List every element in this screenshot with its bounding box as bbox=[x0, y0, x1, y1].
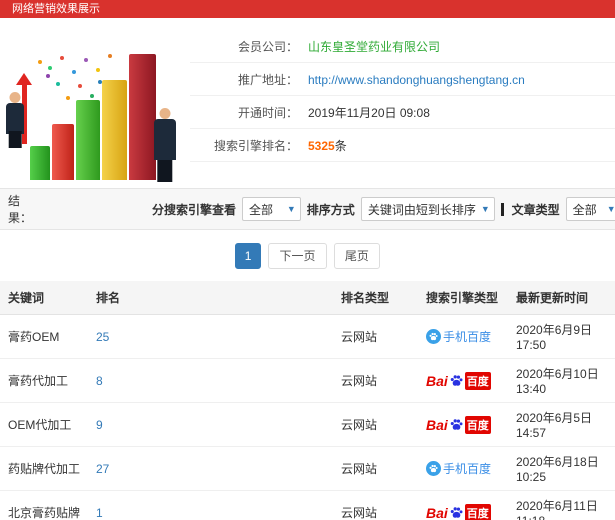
result-label: 结果： bbox=[8, 194, 33, 225]
chart-bar bbox=[52, 124, 74, 180]
filter-controls: 分搜索引擎查看 全部 ▼ 排序方式 关键词由短到长排序 ▼ 文章类型 全部 ▼ … bbox=[152, 196, 615, 222]
chart-bar bbox=[30, 146, 50, 180]
mobile-baidu-icon bbox=[426, 329, 441, 344]
opened-time: 2019年11月20日 09:08 bbox=[308, 106, 430, 120]
sort-filter-select[interactable]: 关键词由短到长排序 ▼ bbox=[360, 197, 495, 221]
table-row: 药贴牌代加工 27 云网站 手机百度 2020年6月18日 10:25 bbox=[0, 446, 615, 491]
businessman-figure-right bbox=[154, 108, 176, 182]
updated-cell: 2020年6月10日 13:40 bbox=[508, 358, 615, 403]
filter-bar: 结果： 分搜索引擎查看 全部 ▼ 排序方式 关键词由短到长排序 ▼ 文章类型 全… bbox=[0, 188, 615, 230]
rank-link[interactable]: 27 bbox=[96, 462, 109, 476]
rank-count-unit: 条 bbox=[334, 139, 347, 153]
info-row-url: 推广地址： http://www.shandonghuangshengtang.… bbox=[190, 63, 615, 96]
article-filter-select[interactable]: 全部 ▼ bbox=[565, 197, 615, 221]
engine-filter-select[interactable]: 全部 ▼ bbox=[242, 197, 301, 221]
table-row: 膏药OEM 25 云网站 手机百度 2020年6月9日 17:50 bbox=[0, 314, 615, 359]
rank-link[interactable]: 8 bbox=[96, 374, 103, 388]
table-row: 膏药代加工 8 云网站 Bai 百度 2020年6月10日 13:40 bbox=[0, 358, 615, 403]
chart-bar bbox=[129, 54, 156, 180]
paw-icon bbox=[429, 332, 438, 341]
next-page-button[interactable]: 下一页 bbox=[268, 243, 327, 269]
keyword-cell: 膏药OEM bbox=[0, 314, 88, 359]
url-label: 推广地址： bbox=[237, 73, 298, 87]
businessman-figure-left bbox=[6, 92, 24, 148]
keyword-cell: 药贴牌代加工 bbox=[0, 446, 88, 491]
mobile-baidu-icon bbox=[426, 461, 441, 476]
info-row-rank-count: 搜索引擎排名： 5325 条 bbox=[190, 129, 615, 162]
search-engine-logo: Bai 百度 bbox=[426, 503, 491, 520]
rank-type-cell: 云网站 bbox=[333, 314, 418, 359]
page-title: 网络营销效果展示 bbox=[0, 0, 615, 18]
baidu-logo-text: Bai bbox=[426, 372, 448, 389]
sort-filter-label: 排序方式 bbox=[306, 202, 355, 217]
rank-type-cell: 云网站 bbox=[333, 446, 418, 491]
baidu-logo-text: Bai bbox=[426, 504, 448, 520]
header-keyword: 关键词 bbox=[0, 281, 88, 315]
confetti-decoration bbox=[38, 60, 42, 64]
baidu-logo-badge: 百度 bbox=[464, 371, 491, 390]
company-label: 会员公司： bbox=[237, 40, 298, 54]
header-rank-type: 排名类型 bbox=[333, 281, 418, 315]
updated-cell: 2020年6月9日 17:50 bbox=[508, 314, 615, 359]
updated-cell: 2020年6月18日 10:25 bbox=[508, 446, 615, 491]
article-filter-label: 文章类型 bbox=[511, 202, 560, 217]
baidu-logo-badge: 百度 bbox=[464, 503, 491, 520]
updated-cell: 2020年6月5日 14:57 bbox=[508, 402, 615, 447]
header-rank: 排名 bbox=[88, 281, 333, 315]
info-row-opened: 开通时间： 2019年11月20日 09:08 bbox=[190, 96, 615, 129]
engine-filter-label: 分搜索引擎查看 bbox=[152, 202, 237, 217]
paw-icon bbox=[450, 375, 463, 386]
search-engine-logo: Bai 百度 bbox=[426, 415, 491, 434]
info-row-company: 会员公司： 山东皇圣堂药业有限公司 bbox=[190, 30, 615, 63]
article-type-divider bbox=[500, 202, 504, 216]
baidu-logo-badge: 百度 bbox=[464, 415, 491, 434]
chart-bar bbox=[76, 100, 100, 180]
growth-arrow-icon bbox=[16, 73, 32, 85]
rank-type-cell: 云网站 bbox=[333, 358, 418, 403]
company-name-link[interactable]: 山东皇圣堂药业有限公司 bbox=[308, 38, 440, 55]
table-row: OEM代加工 9 云网站 Bai 百度 2020年6月5日 14:57 bbox=[0, 402, 615, 447]
rank-link[interactable]: 25 bbox=[96, 330, 109, 344]
keyword-cell: 膏药代加工 bbox=[0, 358, 88, 403]
baidu-logo-text: Bai bbox=[426, 416, 448, 433]
top-section: 会员公司： 山东皇圣堂药业有限公司 推广地址： http://www.shand… bbox=[0, 18, 615, 188]
search-engine-logo: 手机百度 bbox=[426, 328, 491, 345]
rank-count-value: 5325 bbox=[308, 138, 335, 153]
chart-bar bbox=[102, 80, 127, 180]
promo-graphic bbox=[4, 24, 186, 184]
rank-count-label: 搜索引擎排名： bbox=[213, 139, 298, 153]
chevron-down-icon: ▼ bbox=[286, 204, 296, 214]
opened-label: 开通时间： bbox=[237, 106, 298, 120]
paw-icon bbox=[429, 464, 438, 473]
rank-type-cell: 云网站 bbox=[333, 490, 418, 520]
rank-link[interactable]: 9 bbox=[96, 418, 103, 432]
paw-icon bbox=[450, 507, 463, 518]
table-header-row: 关键词 排名 排名类型 搜索引擎类型 最新更新时间 bbox=[0, 281, 615, 315]
pagination: 1 下一页 尾页 bbox=[0, 243, 615, 269]
page-number-current[interactable]: 1 bbox=[235, 243, 262, 269]
table-row: 北京膏药贴牌 1 云网站 Bai 百度 2020年6月11日 11:18 bbox=[0, 490, 615, 520]
member-info-panel: 会员公司： 山东皇圣堂药业有限公司 推广地址： http://www.shand… bbox=[190, 30, 615, 162]
paw-icon bbox=[450, 419, 463, 430]
search-engine-logo: Bai 百度 bbox=[426, 371, 491, 390]
rank-type-cell: 云网站 bbox=[333, 402, 418, 447]
promotion-url-link[interactable]: http://www.shandonghuangshengtang.cn bbox=[308, 73, 525, 87]
updated-cell: 2020年6月11日 11:18 bbox=[508, 490, 615, 520]
rank-link[interactable]: 1 bbox=[96, 506, 103, 520]
header-engine-type: 搜索引擎类型 bbox=[418, 281, 508, 315]
last-page-button[interactable]: 尾页 bbox=[333, 243, 380, 269]
chevron-down-icon: ▼ bbox=[480, 204, 490, 214]
header-updated: 最新更新时间 bbox=[508, 281, 615, 315]
chevron-down-icon: ▼ bbox=[606, 204, 615, 214]
search-engine-logo: 手机百度 bbox=[426, 460, 491, 477]
keyword-cell: OEM代加工 bbox=[0, 402, 88, 447]
results-table: 关键词 排名 排名类型 搜索引擎类型 最新更新时间 膏药OEM 25 云网站 手… bbox=[0, 281, 615, 520]
keyword-cell: 北京膏药贴牌 bbox=[0, 490, 88, 520]
